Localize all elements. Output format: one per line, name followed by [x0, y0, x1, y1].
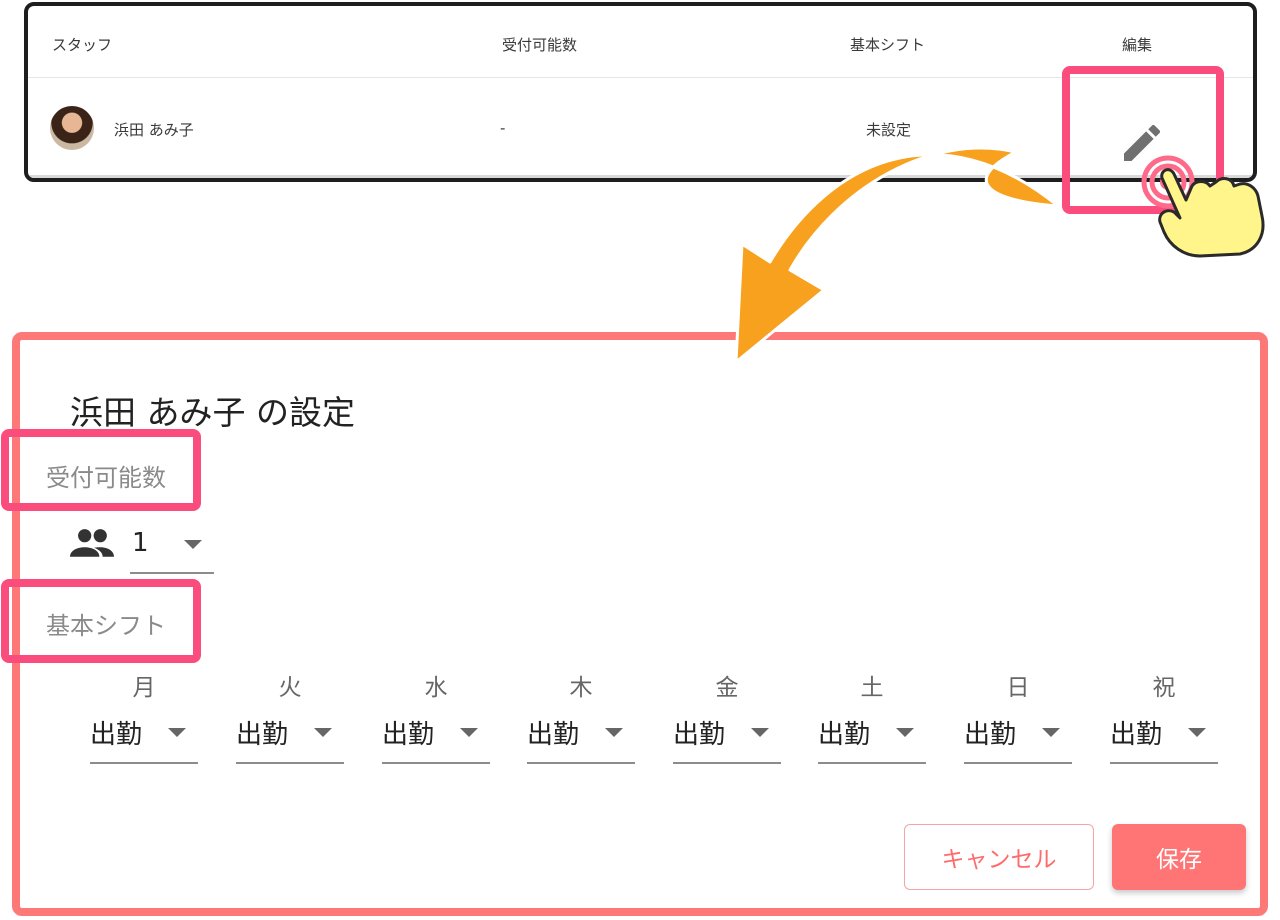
column-header-capacity: 受付可能数: [502, 36, 578, 54]
day-shift-value: 出勤: [673, 720, 726, 750]
dialog-title: 浜田 あみ子 の設定: [70, 393, 355, 432]
day-sunday: 日 出勤: [964, 660, 1072, 764]
day-shift-value: 出勤: [964, 720, 1017, 750]
chevron-down-icon: [460, 728, 478, 737]
day-tuesday: 火 出勤: [236, 660, 344, 764]
capacity-select[interactable]: 1: [130, 516, 214, 574]
day-shift-value: 出勤: [1110, 720, 1163, 750]
chevron-down-icon: [314, 728, 332, 737]
chevron-down-icon: [1188, 728, 1206, 737]
weekday-shift-row: 月 出勤 火 出勤 水 出勤 木 出勤 金 出勤 土 出勤 日 出勤 祝 出勤: [90, 660, 1220, 770]
day-shift-select[interactable]: 出勤: [673, 706, 781, 764]
edit-button[interactable]: [1118, 119, 1166, 167]
capacity-value: -: [500, 119, 506, 137]
day-monday: 月 出勤: [90, 660, 198, 764]
base-shift-value: 未設定: [866, 121, 912, 139]
base-shift-label: 基本シフト: [46, 612, 166, 640]
staff-table: スタッフ 受付可能数 基本シフト 編集 浜田 あみ子 - 未設定: [24, 2, 1257, 182]
day-label: 日: [1006, 675, 1030, 701]
day-friday: 金 出勤: [673, 660, 781, 764]
day-label: 火: [278, 675, 302, 701]
day-shift-select[interactable]: 出勤: [818, 706, 926, 764]
day-wednesday: 水 出勤: [382, 660, 490, 764]
column-header-base-shift: 基本シフト: [850, 36, 926, 54]
day-shift-select[interactable]: 出勤: [527, 706, 635, 764]
day-shift-select[interactable]: 出勤: [1110, 706, 1218, 764]
chevron-down-icon: [168, 728, 186, 737]
staff-name: 浜田 あみ子: [114, 121, 194, 139]
pencil-icon: [1124, 124, 1161, 161]
row-divider: [28, 175, 1253, 178]
chevron-down-icon: [751, 728, 769, 737]
day-shift-value: 出勤: [236, 720, 289, 750]
day-label: 月: [132, 675, 156, 701]
day-label: 木: [569, 675, 593, 701]
day-shift-select[interactable]: 出勤: [382, 706, 490, 764]
day-saturday: 土 出勤: [818, 660, 926, 764]
day-thursday: 木 出勤: [527, 660, 635, 764]
day-label: 土: [860, 675, 884, 701]
chevron-down-icon: [605, 728, 623, 737]
capacity-select-value: 1: [132, 528, 149, 558]
avatar: [50, 106, 94, 150]
save-button[interactable]: 保存: [1112, 824, 1246, 890]
day-shift-value: 出勤: [818, 720, 871, 750]
capacity-label: 受付可能数: [46, 464, 166, 492]
day-holiday: 祝 出勤: [1110, 660, 1218, 764]
day-label: 水: [424, 675, 448, 701]
day-shift-value: 出勤: [90, 720, 143, 750]
people-icon: [70, 529, 114, 557]
day-shift-select[interactable]: 出勤: [90, 706, 198, 764]
column-header-edit: 編集: [1122, 36, 1153, 54]
day-shift-value: 出勤: [382, 720, 435, 750]
column-header-staff: スタッフ: [52, 36, 113, 54]
cancel-button[interactable]: キャンセル: [904, 824, 1094, 890]
chevron-down-icon: [184, 540, 202, 549]
day-shift-value: 出勤: [527, 720, 580, 750]
table-row: 浜田 あみ子 - 未設定: [28, 79, 1253, 178]
day-shift-select[interactable]: 出勤: [236, 706, 344, 764]
chevron-down-icon: [896, 728, 914, 737]
day-label: 金: [715, 675, 739, 701]
day-label: 祝: [1152, 675, 1176, 701]
staff-settings-dialog: 浜田 あみ子 の設定 受付可能数 1 基本シフト 月 出勤 火 出勤 水 出勤 …: [12, 332, 1268, 916]
day-shift-select[interactable]: 出勤: [964, 706, 1072, 764]
table-header: スタッフ 受付可能数 基本シフト 編集: [28, 6, 1253, 78]
chevron-down-icon: [1042, 728, 1060, 737]
